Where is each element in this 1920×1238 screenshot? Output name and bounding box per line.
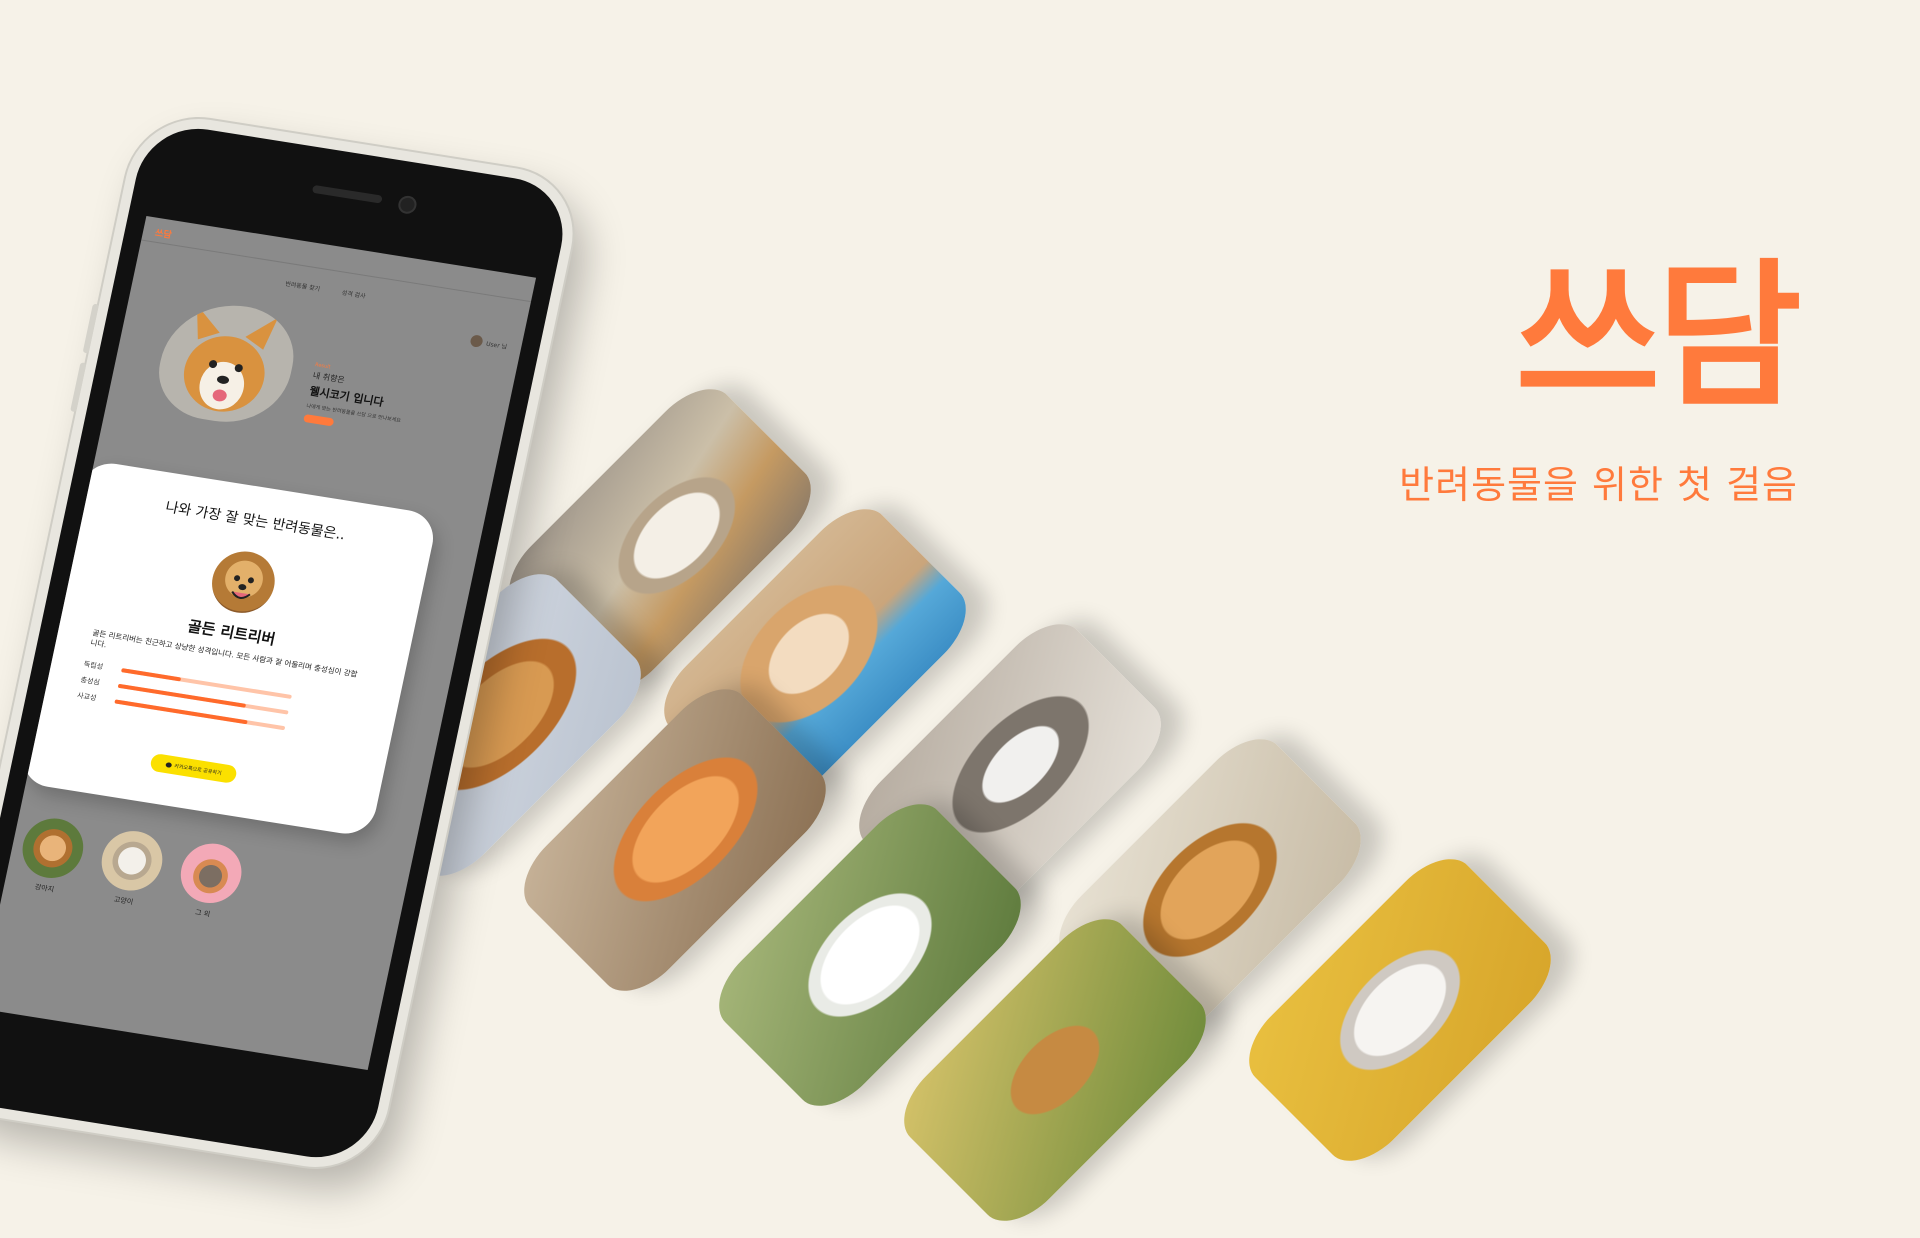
category-label: 그 외 xyxy=(194,908,211,919)
other-pets-photo xyxy=(175,839,248,908)
nav-item-test[interactable]: 성격 검사 xyxy=(341,288,367,301)
golden-retriever-avatar xyxy=(206,547,281,618)
volume-up-button xyxy=(82,303,99,354)
volume-down-button xyxy=(70,362,87,413)
avatar xyxy=(469,334,484,348)
hero-text: Result 내 취향은 웰시코기 입니다 나에게 맞는 반려동물을 쓰담 으로… xyxy=(303,362,410,437)
category-list: 강아지 고양이 그 외 xyxy=(14,814,248,923)
speaker-grille xyxy=(311,184,383,204)
hero-more-button[interactable] xyxy=(303,413,335,427)
golden-retriever-icon xyxy=(231,575,254,599)
phone-frame: 쓰담 반려동물 찾기 성격 검사 User 님 Result 내 취향은 웰시코… xyxy=(0,108,586,1178)
nav-item-find[interactable]: 반려동물 찾기 xyxy=(285,279,322,293)
trait-label: 충성심 xyxy=(79,675,101,687)
user-name: User 님 xyxy=(485,340,508,351)
kakao-share-button[interactable]: 카카오톡으로 공유하기 xyxy=(149,752,238,784)
category-cat[interactable]: 고양이 xyxy=(93,826,168,911)
trait-label: 사교성 xyxy=(76,691,98,703)
phone-screen: 쓰담 반려동물 찾기 성격 검사 User 님 Result 내 취향은 웰시코… xyxy=(0,215,537,1071)
user-menu[interactable]: User 님 xyxy=(469,334,508,352)
app-nav: 반려동물 찾기 성격 검사 xyxy=(285,279,367,301)
category-other[interactable]: 그 외 xyxy=(172,839,248,923)
brand-subtitle: 반려동물을 위한 첫 걸음 xyxy=(1399,463,1798,507)
corgi-face-icon xyxy=(183,304,279,412)
front-camera xyxy=(396,194,419,215)
share-label: 카카오톡으로 공유하기 xyxy=(173,762,223,777)
trait-label: 독립성 xyxy=(83,660,104,672)
brand-title: 쓰담 xyxy=(1515,245,1802,429)
result-modal: 나와 가장 잘 맞는 반려동물은.. 골든 리트리버 골든 리트리버는 친근하고… xyxy=(17,459,439,838)
brand-block: 쓰담 반려동물을 위한 첫 걸음 xyxy=(1399,245,1802,509)
modal-title: 나와 가장 잘 맞는 반려동물은.. xyxy=(163,499,347,544)
kakao-chat-icon xyxy=(165,761,173,768)
cat-photo xyxy=(96,826,168,895)
category-dog[interactable]: 강아지 xyxy=(14,814,89,898)
category-label: 고양이 xyxy=(113,895,134,907)
app-logo[interactable]: 쓰담 xyxy=(154,226,173,241)
trait-fill xyxy=(121,668,182,682)
category-label: 강아지 xyxy=(33,882,55,894)
dog-photo xyxy=(16,814,89,883)
hero-corgi-image xyxy=(149,295,304,432)
